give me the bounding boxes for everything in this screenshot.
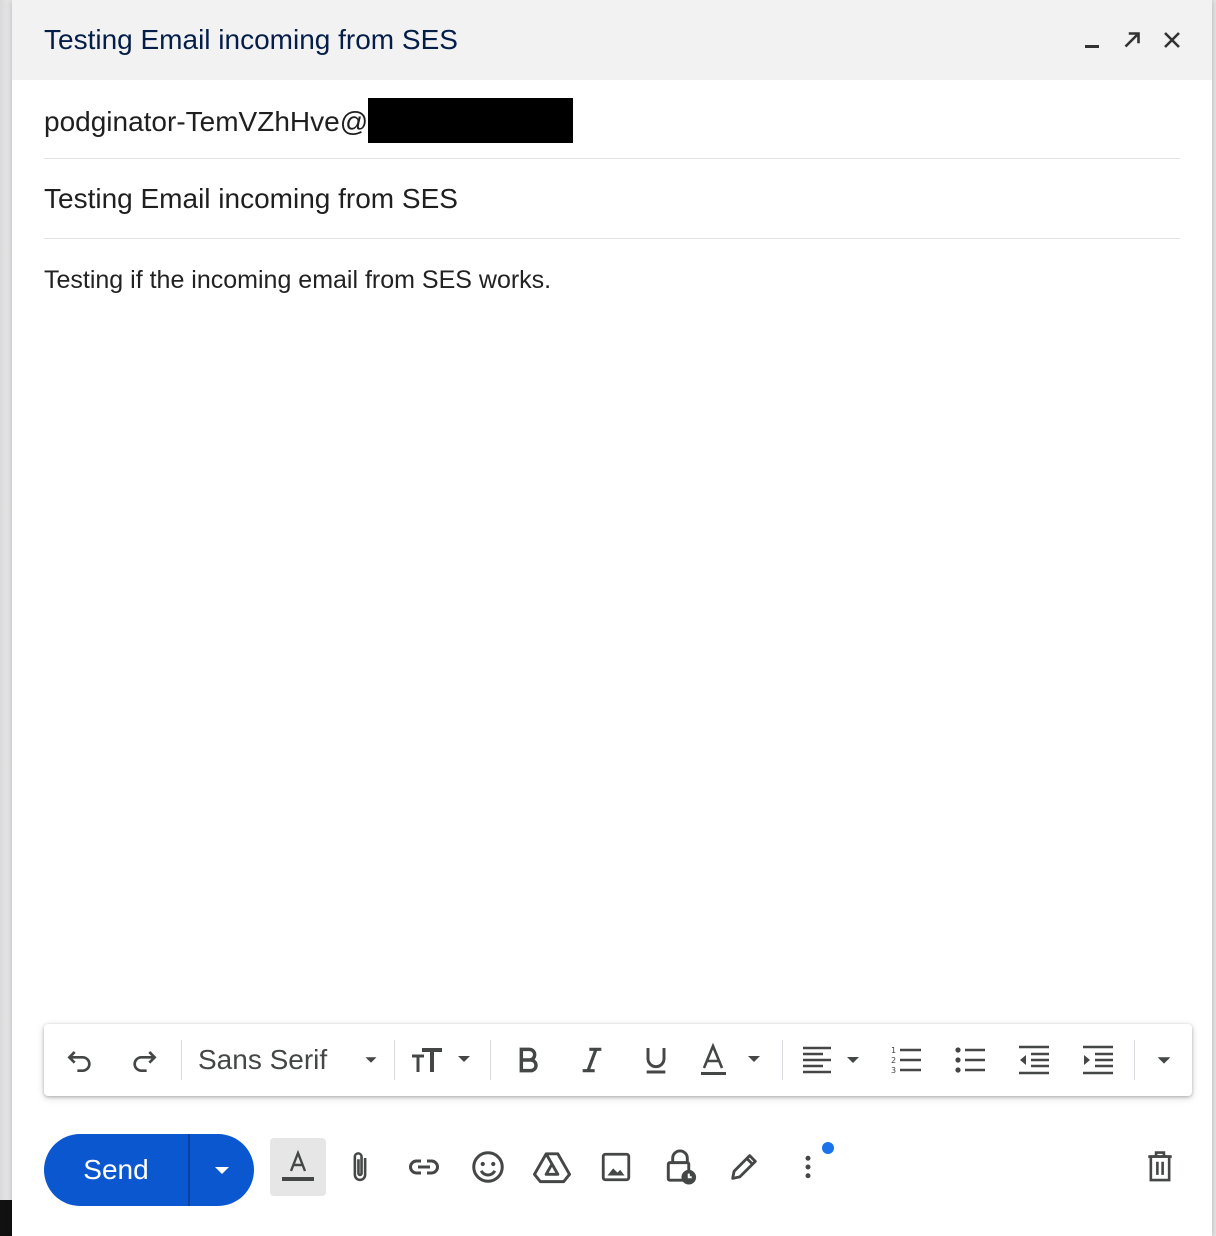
drive-button[interactable] [524, 1138, 580, 1196]
send-options-button[interactable] [190, 1134, 254, 1206]
numbered-list-button[interactable]: 1 2 3 [884, 1024, 928, 1096]
numbered-list-icon: 1 2 3 [891, 1046, 921, 1075]
formatting-toolbar: Sans Serif 1 2 3 [44, 1024, 1192, 1096]
subject-field[interactable]: Testing Email incoming from SES [44, 159, 1180, 239]
italic-button[interactable] [570, 1024, 614, 1096]
compose-titlebar[interactable]: Testing Email incoming from SES [12, 0, 1212, 80]
compose-dialog: Testing Email incoming from SES podginat… [12, 0, 1212, 1236]
send-button-group: Send [44, 1134, 254, 1206]
more-options-icon [805, 1155, 811, 1179]
undo-icon [67, 1051, 91, 1072]
message-body[interactable]: Testing if the incoming email from SES w… [44, 264, 551, 296]
send-button[interactable]: Send [44, 1134, 188, 1206]
insert-link-button[interactable] [396, 1138, 452, 1196]
separator [394, 1040, 395, 1080]
confidential-mode-button[interactable] [652, 1138, 708, 1196]
bold-icon [519, 1047, 538, 1073]
font-family-dropdown[interactable]: Sans Serif [192, 1024, 384, 1096]
attach-icon [353, 1152, 367, 1182]
redacted-domain [368, 98, 574, 143]
indent-more-icon [1083, 1045, 1113, 1075]
more-formatting-button[interactable] [1144, 1024, 1184, 1096]
more-formatting-icon [1157, 1057, 1171, 1064]
bulleted-list-button[interactable] [948, 1024, 992, 1096]
underline-icon [646, 1048, 666, 1074]
compose-title: Testing Email incoming from SES [44, 24, 458, 55]
emoji-button[interactable] [460, 1138, 516, 1196]
photo-icon [601, 1152, 631, 1182]
pop-out-button[interactable] [1116, 24, 1148, 56]
bold-button[interactable] [506, 1024, 550, 1096]
undo-button[interactable] [58, 1024, 102, 1096]
svg-text:3: 3 [891, 1066, 896, 1075]
underline-button[interactable] [634, 1024, 678, 1096]
separator [1134, 1040, 1135, 1080]
emoji-icon [472, 1151, 504, 1183]
background-dark-block [0, 1200, 12, 1236]
pop-out-icon [1124, 32, 1140, 48]
align-icon [803, 1046, 859, 1074]
formatting-options-icon [282, 1149, 314, 1181]
align-dropdown[interactable] [798, 1024, 866, 1096]
recipient-address[interactable]: podginator-TemVZhHve@ [44, 106, 368, 137]
close-icon [1164, 32, 1180, 48]
chevron-down-icon [365, 1057, 377, 1063]
separator [490, 1040, 491, 1080]
confidential-mode-icon [666, 1149, 697, 1185]
link-icon [409, 1159, 439, 1175]
background-left-edge [0, 0, 12, 1236]
bulleted-list-icon [955, 1047, 985, 1073]
redo-icon [133, 1051, 157, 1072]
notification-dot [822, 1142, 834, 1154]
italic-icon [582, 1047, 602, 1073]
signature-icon [731, 1154, 757, 1180]
svg-text:1: 1 [891, 1046, 896, 1055]
discard-icon [1148, 1151, 1172, 1182]
separator [782, 1040, 783, 1080]
minimize-icon [1085, 45, 1099, 48]
insert-photo-button[interactable] [588, 1138, 644, 1196]
text-color-button[interactable] [696, 1024, 770, 1096]
background-right-edge [1212, 0, 1216, 1236]
indent-more-button[interactable] [1076, 1024, 1120, 1096]
attach-button[interactable] [332, 1138, 388, 1196]
to-field-content: podginator-TemVZhHve@ [44, 98, 574, 146]
indent-less-button[interactable] [1012, 1024, 1056, 1096]
separator [181, 1040, 182, 1080]
signature-button[interactable] [716, 1138, 772, 1196]
discard-draft-button[interactable] [1132, 1138, 1188, 1196]
text-size-button[interactable] [406, 1024, 478, 1096]
redo-button[interactable] [122, 1024, 166, 1096]
formatting-options-button[interactable] [270, 1138, 326, 1196]
font-family-label: Sans Serif [198, 1044, 328, 1075]
svg-text:2: 2 [891, 1056, 896, 1065]
close-button[interactable] [1156, 24, 1188, 56]
text-size-icon [412, 1048, 470, 1072]
text-color-icon [701, 1042, 760, 1075]
subject-text[interactable]: Testing Email incoming from SES [44, 181, 458, 217]
minimize-button[interactable] [1076, 24, 1108, 56]
drive-icon [533, 1152, 571, 1184]
indent-less-icon [1019, 1045, 1049, 1075]
to-field[interactable]: podginator-TemVZhHve@ [44, 80, 1180, 159]
chevron-down-icon [215, 1167, 229, 1174]
